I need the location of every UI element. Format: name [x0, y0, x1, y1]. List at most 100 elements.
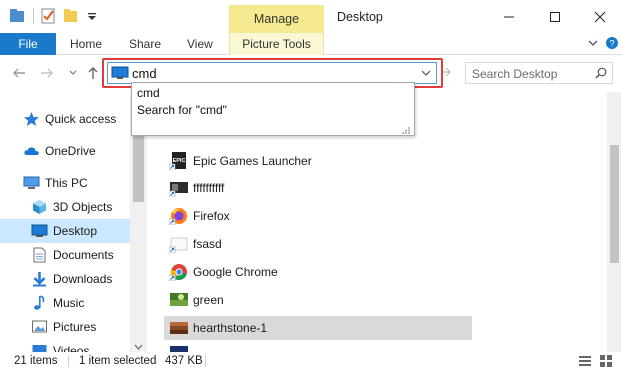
blank-file-icon: [168, 235, 189, 254]
nav-item-downloads[interactable]: Downloads: [0, 267, 130, 291]
forward-arrow-icon[interactable]: [39, 65, 55, 81]
nav-label: Downloads: [53, 272, 113, 286]
file-row-hearthstone-1[interactable]: hearthstone-1: [164, 316, 472, 340]
autocomplete-item[interactable]: cmd: [137, 86, 160, 100]
chrome-icon: [168, 263, 189, 282]
tab-home[interactable]: Home: [70, 33, 102, 55]
file-row-green[interactable]: green: [164, 288, 472, 312]
nav-label: Quick access: [45, 112, 117, 126]
document-icon: [31, 247, 48, 263]
svg-text:?: ?: [609, 39, 614, 49]
desktop-icon: [31, 223, 48, 239]
recent-locations-icon[interactable]: [65, 65, 77, 81]
file-row-google-chrome[interactable]: Google Chrome: [164, 260, 472, 284]
autocomplete-dropdown: cmd Search for "cmd": [131, 82, 415, 136]
folder-icon[interactable]: [9, 6, 27, 26]
close-icon: [594, 11, 605, 22]
ribbon-tabs: File Home Share View Picture Tools ?: [0, 33, 621, 55]
file-row-firefox[interactable]: Firefox: [164, 204, 472, 228]
search-input[interactable]: [472, 66, 592, 81]
search-icon[interactable]: [595, 67, 607, 79]
file-name: green: [193, 293, 224, 307]
address-bar[interactable]: [107, 62, 437, 84]
image-thumb-icon: [168, 179, 189, 198]
nav-label: This PC: [45, 176, 88, 190]
file-name: ffffffffff: [193, 181, 225, 195]
video-icon: [31, 343, 48, 352]
nav-label: OneDrive: [45, 144, 96, 158]
window-title: Desktop: [337, 10, 383, 24]
tab-picture-tools[interactable]: Picture Tools: [229, 33, 324, 55]
new-folder-icon[interactable]: [62, 6, 80, 26]
nav-label: Pictures: [53, 320, 97, 334]
file-row-fsasd[interactable]: fsasd: [164, 232, 472, 256]
tab-file[interactable]: File: [0, 33, 56, 55]
maximize-button[interactable]: [532, 0, 578, 33]
properties-icon[interactable]: [40, 6, 58, 26]
nav-item-desktop[interactable]: Desktop: [0, 219, 130, 243]
back-arrow-icon[interactable]: [11, 65, 27, 81]
file-name: Firefox: [193, 209, 230, 223]
nav-item-music[interactable]: Music: [0, 291, 130, 315]
selection-size: 437 KB: [165, 355, 203, 367]
file-row-epic-games[interactable]: EPIC Epic Games Launcher: [164, 149, 472, 173]
image-thumb-icon: [169, 319, 189, 337]
nav-item-3d-objects[interactable]: 3D Objects: [0, 195, 130, 219]
details-view-icon[interactable]: [578, 354, 592, 368]
close-button[interactable]: [578, 0, 621, 33]
minimize-icon: [504, 16, 514, 17]
tab-share[interactable]: Share: [129, 33, 161, 55]
file-name: Google Chrome: [193, 265, 278, 279]
nav-item-pictures[interactable]: Pictures: [0, 315, 130, 339]
manage-tab-group: Manage: [229, 5, 324, 33]
image-thumb-icon: [169, 291, 189, 309]
resize-grip-icon[interactable]: [402, 124, 411, 134]
minimize-button[interactable]: [486, 0, 532, 33]
help-icon[interactable]: ?: [605, 36, 619, 50]
nav-label: Music: [53, 296, 85, 310]
cube-icon: [31, 199, 48, 215]
svg-text:EPIC: EPIC: [173, 158, 186, 164]
nav-label: Videos: [53, 344, 90, 352]
expand-ribbon-icon[interactable]: [586, 36, 600, 50]
item-count: 21 items: [14, 355, 58, 367]
tab-view[interactable]: View: [187, 33, 213, 55]
separator: [68, 355, 69, 367]
nav-item-this-pc[interactable]: This PC: [0, 171, 130, 195]
separator: [205, 355, 206, 367]
nav-scroll-thumb[interactable]: [133, 126, 144, 202]
cloud-icon: [23, 143, 40, 159]
go-arrow-icon[interactable]: [440, 66, 452, 78]
firefox-icon: [168, 207, 189, 226]
chevron-down-icon[interactable]: [420, 67, 432, 79]
computer-icon: [23, 175, 40, 191]
search-box[interactable]: [465, 62, 613, 84]
maximize-icon: [550, 11, 560, 22]
star-icon: [23, 111, 40, 127]
title-bar: Manage Desktop: [0, 0, 621, 33]
file-row-partial[interactable]: [164, 344, 472, 352]
selection-count: 1 item selected: [79, 355, 157, 367]
up-arrow-icon[interactable]: [85, 65, 101, 81]
separator: [33, 8, 34, 24]
address-input[interactable]: [132, 65, 402, 81]
scroll-down-icon[interactable]: [133, 340, 144, 350]
file-name: hearthstone-1: [193, 321, 268, 335]
nav-label: Documents: [53, 248, 114, 262]
picture-icon: [31, 319, 48, 335]
download-icon: [31, 271, 48, 287]
nav-label: Desktop: [53, 224, 98, 238]
autocomplete-search-item[interactable]: Search for "cmd": [137, 103, 227, 117]
large-icons-view-icon[interactable]: [599, 354, 613, 368]
nav-label: 3D Objects: [53, 200, 113, 214]
file-scroll-thumb[interactable]: [610, 145, 619, 263]
nav-item-videos[interactable]: Videos: [0, 339, 130, 352]
customize-toolbar-icon[interactable]: [83, 6, 96, 26]
nav-item-quick-access[interactable]: Quick access: [0, 107, 130, 131]
navigation-pane: Quick access OneDrive This PC 3D Objects…: [0, 92, 147, 352]
file-name: fsasd: [193, 237, 222, 251]
nav-item-documents[interactable]: Documents: [0, 243, 130, 267]
file-row-ffffffffff[interactable]: ffffffffff: [164, 176, 472, 200]
music-icon: [31, 295, 48, 311]
nav-item-onedrive[interactable]: OneDrive: [0, 139, 130, 163]
